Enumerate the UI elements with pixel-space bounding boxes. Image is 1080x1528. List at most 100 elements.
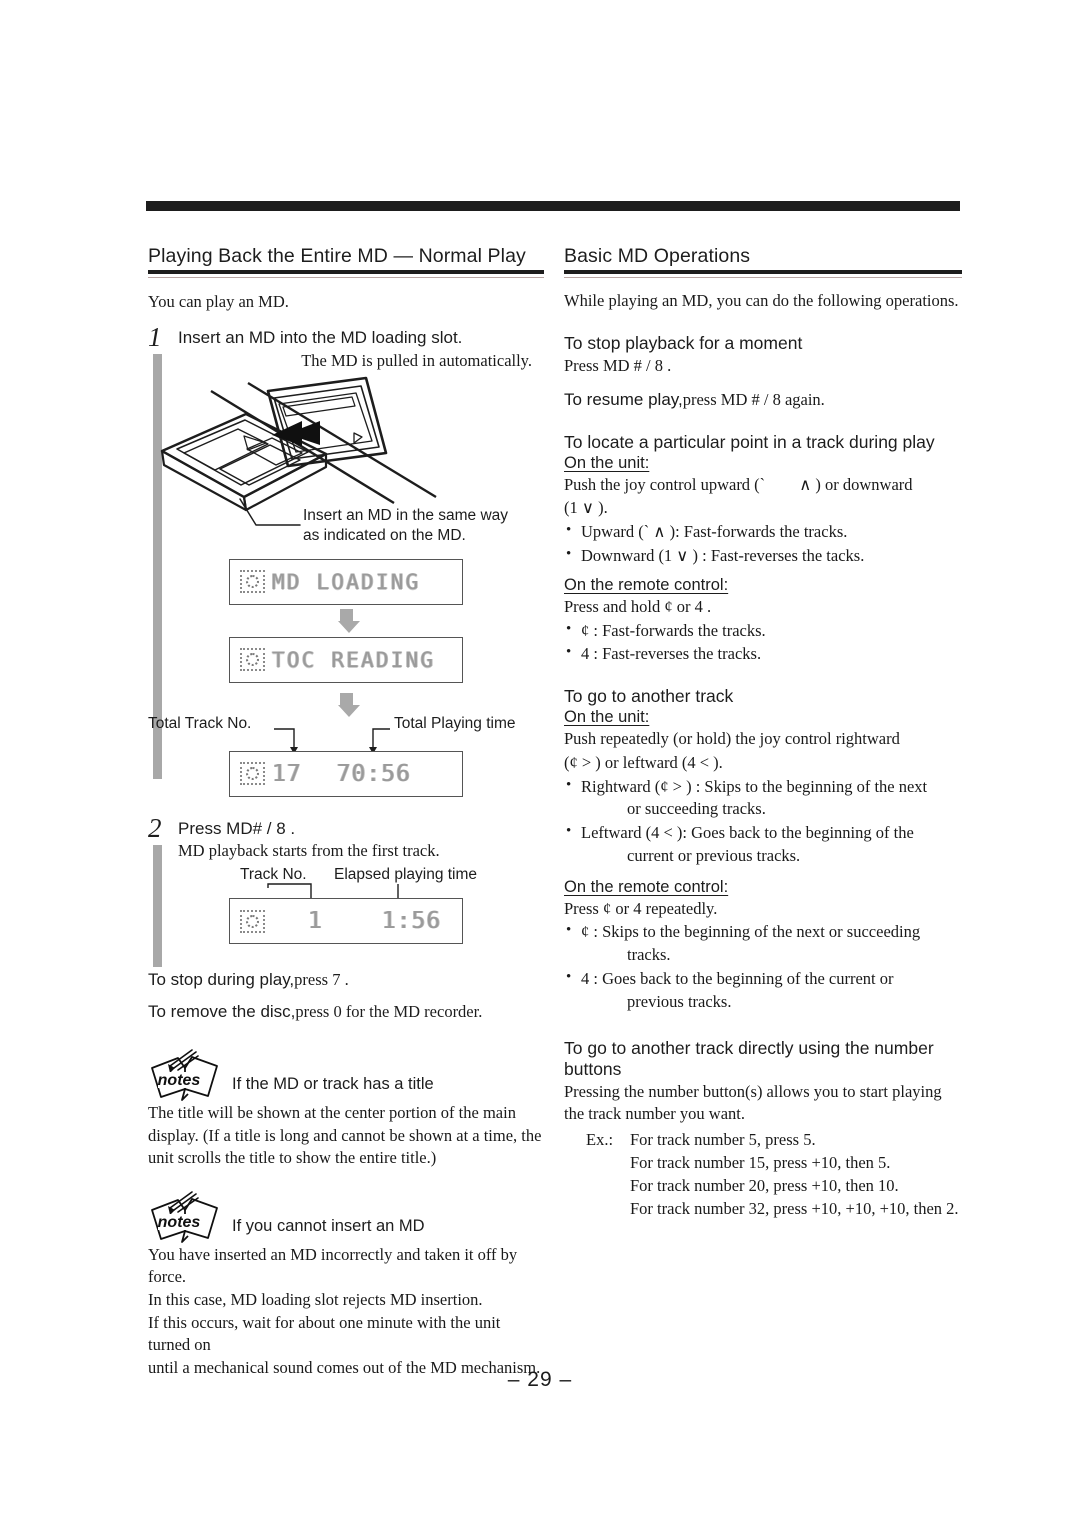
page-number: – 29 – — [507, 1368, 573, 1391]
step-1-caption: The MD is pulled in automatically. — [301, 350, 532, 370]
right-heading-rule-thick — [564, 270, 962, 275]
list-item: For track number 20, press +10, then 10. — [586, 1174, 962, 1197]
example-label: Ex.: — [586, 1130, 614, 1150]
heading-stop-playback: To stop playback for a moment — [564, 333, 803, 354]
list-item: 4 : Goes back to the beginning of the cu… — [564, 967, 962, 1014]
list-item-line-2: current or previous tracks. — [627, 845, 801, 865]
lcd-playback-display: Track No. Elapsed playing time 1 1:56 — [148, 866, 544, 945]
disc-icon — [240, 909, 265, 933]
page-top-rule — [146, 201, 960, 211]
note-block-insert: notes If you cannot insert an MD You hav… — [148, 1188, 544, 1380]
list-item-line-2: previous tracks. — [627, 991, 732, 1011]
number-buttons-intro-line-2: the track number you want. — [564, 1104, 745, 1124]
step-1: 1 Insert an MD into the MD loading slot.… — [148, 324, 544, 797]
list-item: ¢ : Skips to the beginning of the next o… — [564, 920, 962, 967]
lcd-toc-reading: TOC READING — [229, 636, 463, 683]
disc-icon — [240, 762, 265, 786]
step-1-title: Insert an MD into the MD loading slot. — [178, 328, 463, 348]
stop-during-play-action: press 7 . — [294, 970, 349, 990]
another-track-on-the-unit-label: On the unit: — [564, 708, 650, 727]
step-2-caption: MD playback starts from the first track. — [178, 840, 440, 860]
list-item: 4 : Fast-reverses the tracks. — [564, 642, 962, 666]
heading-number-buttons-line-2: buttons — [564, 1058, 622, 1079]
lcd-track-no: 1 — [308, 908, 323, 935]
note-block-title: notes If the MD or track has a title The… — [148, 1046, 544, 1170]
another-track-remote-line: Press ¢ or 4 repeatedly. — [564, 898, 718, 918]
list-item-line-1: ¢ : Skips to the beginning of the next o… — [581, 922, 921, 942]
md-art-note-line-1: Insert an MD in the same way — [303, 506, 509, 524]
manual-page: Playing Back the Entire MD — Normal Play… — [0, 0, 1080, 1528]
stop-during-play-line: To stop during play,press 7 . — [148, 970, 544, 990]
list-item: Downward (1 ∨ ) : Fast-reverses the tack… — [564, 544, 962, 568]
right-heading-rule-thin — [564, 276, 962, 279]
disc-icon — [240, 570, 265, 594]
locate-remote-line: Press and hold ¢ or 4 . — [564, 596, 712, 616]
remove-disc-action: press 0 for the MD recorder. — [295, 1002, 483, 1022]
resume-play-line: To resume play,press MD # / 8 again. — [564, 388, 962, 412]
disc-icon — [240, 648, 265, 672]
number-buttons-intro-line-1: Pressing the number button(s) allows you… — [564, 1081, 942, 1101]
list-item-line-2: or succeeding tracks. — [627, 799, 766, 819]
step-2: 2 Press MD# / 8 . MD playback starts fro… — [148, 814, 544, 967]
heading-another-track: To go to another track — [564, 686, 734, 707]
notes-icon: notes — [151, 1191, 218, 1243]
another-track-unit-line-1: Push repeatedly (or hold) the joy contro… — [564, 729, 900, 749]
note-1-body: The title will be shown at the center po… — [148, 1103, 542, 1168]
note-2-body: You have inserted an MD incorrectly and … — [148, 1244, 544, 1380]
locate-unit-line-2: (1 ∨ ). — [564, 498, 608, 518]
another-track-remote-bullets: ¢ : Skips to the beginning of the next o… — [564, 920, 962, 1014]
lcd-display-sequence: MD LOADING TOC READING Total Track No. T… — [148, 558, 544, 797]
locate-unit-line-1: Push the joy control upward (` ∧ ) or dow… — [564, 474, 962, 497]
resume-play-action: press MD # / 8 — [682, 389, 785, 409]
list-item: For track number 32, press +10, +10, +10… — [586, 1197, 962, 1220]
md-art-note: Insert an MD in the same way as indicate… — [303, 506, 508, 546]
notes-icon: notes — [151, 1049, 218, 1101]
lcd-md-loading: MD LOADING — [229, 558, 463, 605]
flow-arrow-1 — [337, 608, 360, 633]
another-track-on-the-remote-label: On the remote control: — [564, 877, 729, 896]
lcd-total-playing-time: 70:56 — [336, 760, 411, 787]
example-text: For track number 20, press +10, then 10. — [630, 1176, 899, 1196]
locate-remote-bullets: ¢ : Fast-forwards the tracks. 4 : Fast-r… — [564, 619, 962, 667]
svg-text:notes: notes — [158, 1214, 201, 1231]
list-item-line-2: tracks. — [627, 945, 671, 965]
step-1-number: 1 — [148, 322, 162, 353]
list-item-line-1: Leftward (4 < ): Goes back to the beginn… — [581, 823, 914, 843]
heading-locate-point: To locate a particular point in a track … — [564, 431, 935, 452]
left-column: Playing Back the Entire MD — Normal Play… — [148, 245, 544, 1379]
step-2-number: 2 — [148, 812, 162, 843]
resume-play-suffix: again. — [784, 389, 825, 409]
svg-text:notes: notes — [158, 1072, 201, 1089]
lcd-elapsed-time: 1:56 — [381, 908, 442, 935]
left-heading-rule-thick — [148, 270, 544, 275]
note-2-line-1: You have inserted an MD incorrectly and … — [148, 1244, 518, 1287]
locate-on-the-remote-label: On the remote control: — [564, 575, 729, 594]
right-intro-text: While playing an MD, you can do the foll… — [564, 291, 959, 311]
note-2-line-2: In this case, MD loading slot rejects MD… — [148, 1290, 483, 1310]
locate-unit-line-1b: ∧ ) or downward — [799, 474, 913, 494]
lcd-total-info: 17 70:56 — [229, 750, 463, 797]
flow-arrow-2 — [337, 692, 360, 717]
left-section-heading: Playing Back the Entire MD — Normal Play — [148, 245, 526, 267]
locate-unit-line-1a: Push the joy control upward (` — [564, 474, 766, 494]
list-item: Ex.: For track number 5, press 5. — [586, 1128, 962, 1151]
md-insertion-illustration: Insert an MD in the same way as indicate… — [148, 373, 544, 544]
resume-play-label: To resume play, — [564, 389, 683, 409]
another-track-unit-line-2: (¢ > ) or leftward (4 < ). — [564, 752, 723, 772]
note-2-title: If you cannot insert an MD — [232, 1216, 425, 1235]
note-2-line-3: If this occurs, wait for about one minut… — [148, 1312, 501, 1355]
left-heading-rule-thin — [148, 276, 544, 279]
stop-playback-line: Press MD # / 8 . — [564, 356, 672, 376]
list-item-line-1: Rightward (¢ > ) : Skips to the beginnin… — [581, 776, 928, 796]
list-item: Upward (` ∧ ): Fast-forwards the tracks. — [564, 520, 962, 544]
example-text: For track number 32, press +10, +10, +10… — [630, 1199, 959, 1219]
heading-number-buttons-line-1: To go to another track directly using th… — [564, 1037, 934, 1058]
note-1-title: If the MD or track has a title — [232, 1075, 434, 1094]
number-buttons-intro: Pressing the number button(s) allows you… — [564, 1081, 962, 1127]
example-text: For track number 5, press 5. — [630, 1130, 816, 1150]
list-item-line-1: 4 : Goes back to the beginning of the cu… — [581, 968, 894, 988]
lcd-md-loading-text: MD LOADING — [272, 569, 421, 594]
list-item: For track number 15, press +10, then 5. — [586, 1151, 962, 1174]
md-art-note-line-2: as indicated on the MD. — [303, 526, 466, 544]
example-text: For track number 15, press +10, then 5. — [630, 1153, 891, 1173]
